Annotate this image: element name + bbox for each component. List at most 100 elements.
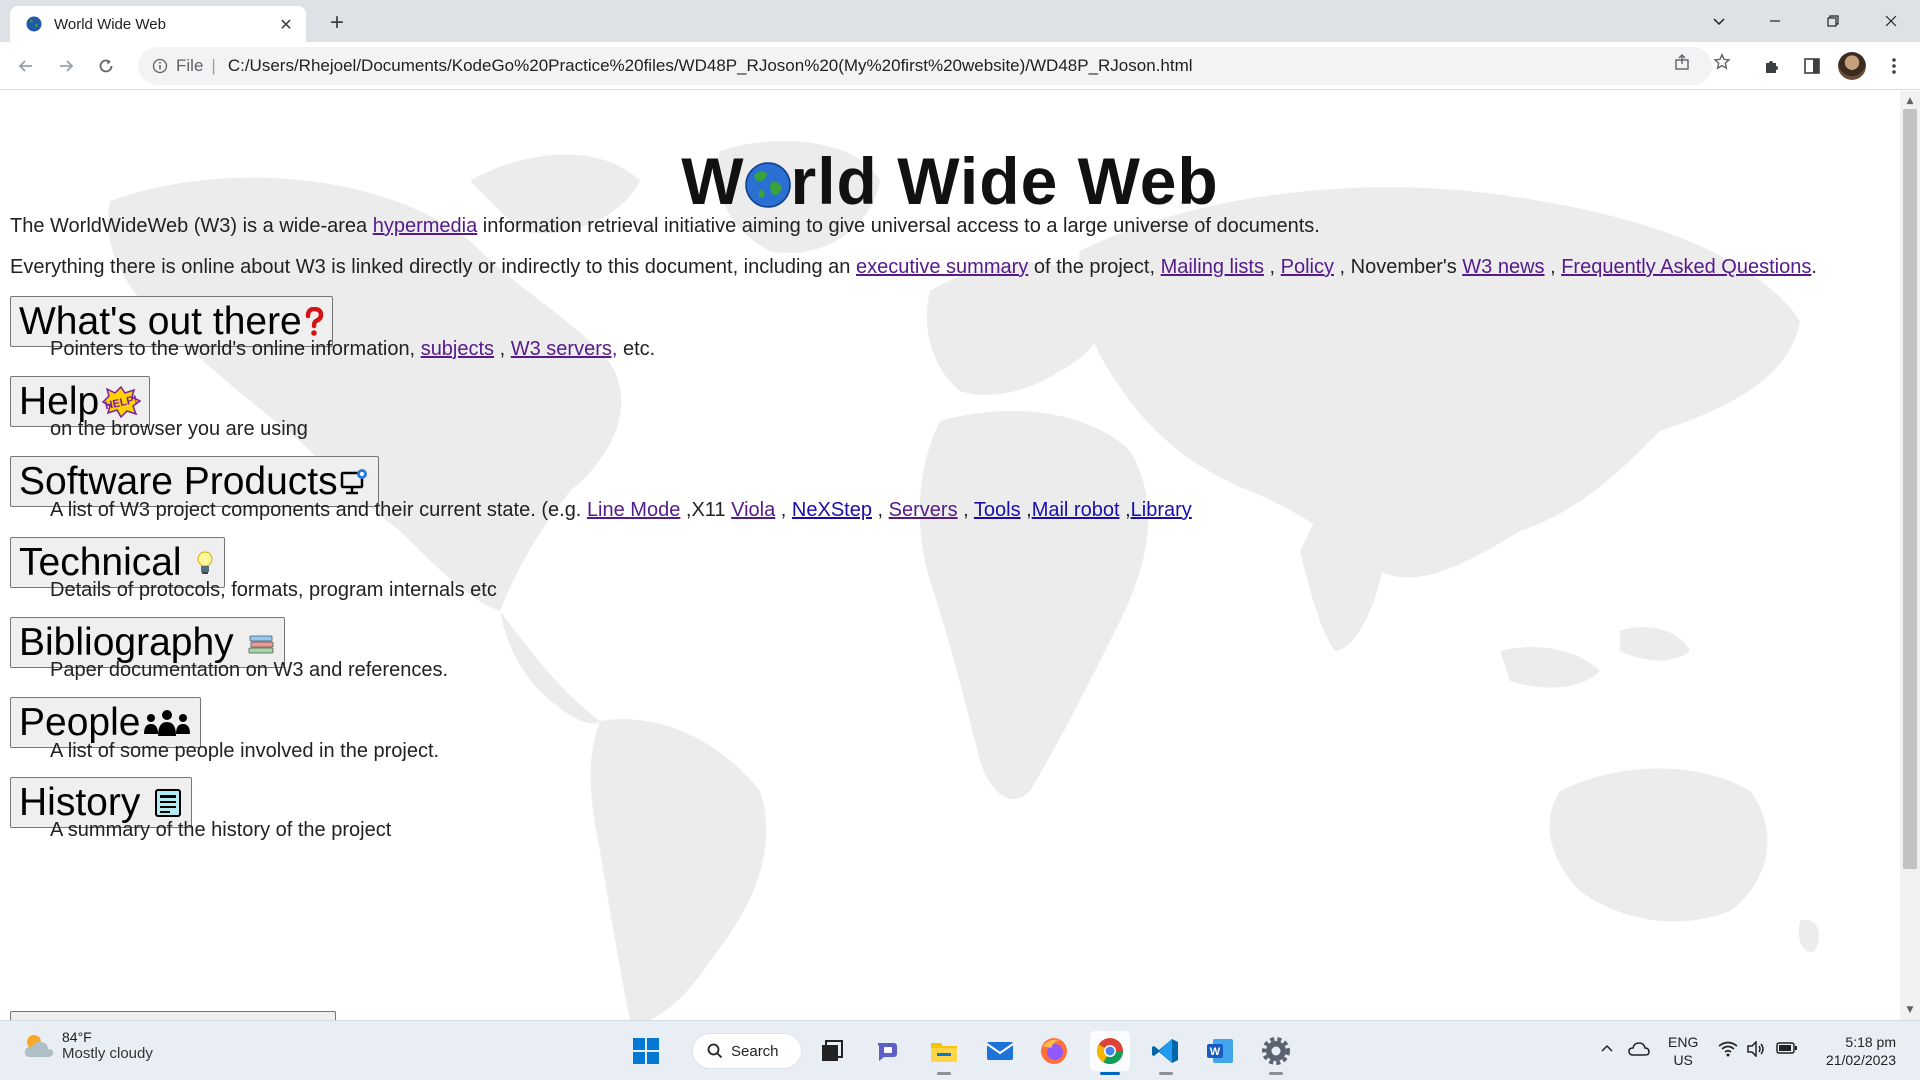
- help-burst-icon: HELP!: [101, 385, 142, 418]
- side-panel-icon[interactable]: [1796, 50, 1828, 82]
- help-label: Help: [19, 379, 100, 423]
- weather-widget[interactable]: 84°F Mostly cloudy: [22, 1029, 153, 1062]
- question-mark-icon: [304, 306, 324, 337]
- software-desc-6: ,: [1020, 499, 1032, 521]
- subjects-link[interactable]: subjects: [421, 338, 494, 360]
- new-tab-button[interactable]: +: [322, 8, 352, 38]
- input-language-indicator[interactable]: ENG US: [1668, 1033, 1698, 1069]
- teams-chat-icon[interactable]: [868, 1031, 908, 1071]
- overview-text-2: of the project,: [1028, 256, 1161, 278]
- volume-speaker-icon[interactable]: [1746, 1041, 1766, 1057]
- vscode-icon[interactable]: [1146, 1031, 1186, 1071]
- close-window-button[interactable]: [1868, 0, 1914, 42]
- extensions-puzzle-icon[interactable]: [1756, 50, 1788, 82]
- onedrive-cloud-icon[interactable]: [1628, 1041, 1650, 1057]
- technical-label: Technical: [19, 540, 193, 584]
- software-products-description: A list of W3 project components and thei…: [50, 499, 1192, 522]
- policy-link[interactable]: Policy: [1281, 256, 1334, 278]
- overview-text-6: .: [1811, 256, 1817, 278]
- w3-news-link[interactable]: W3 news: [1462, 256, 1544, 278]
- back-arrow-icon[interactable]: [10, 50, 42, 82]
- bookmark-star-icon[interactable]: [1712, 52, 1732, 72]
- mail-icon[interactable]: [980, 1031, 1020, 1071]
- system-clock[interactable]: 5:18 pm 21/02/2023: [1808, 1033, 1896, 1069]
- books-icon: [246, 628, 276, 658]
- minimize-button[interactable]: [1752, 0, 1798, 42]
- browser-tab[interactable]: World Wide Web ✕: [10, 6, 306, 42]
- software-desc-5: ,: [957, 499, 974, 521]
- whats-out-desc-3: etc.: [617, 338, 656, 360]
- software-desc-2: ,X11: [680, 499, 732, 521]
- mailing-lists-link[interactable]: Mailing lists: [1161, 256, 1264, 278]
- overview-text-3: ,: [1263, 256, 1281, 278]
- software-desc-3: ,: [775, 499, 792, 521]
- next-section-button[interactable]: [10, 1011, 336, 1020]
- battery-icon[interactable]: [1776, 1041, 1798, 1055]
- whats-out-desc-1: Pointers to the world's online informati…: [50, 338, 421, 360]
- chrome-active-indicator: [1100, 1072, 1120, 1075]
- task-view-icon[interactable]: [812, 1031, 852, 1071]
- reload-icon[interactable]: [90, 50, 122, 82]
- people-description: A list of some people involved in the pr…: [50, 740, 440, 762]
- help-description: on the browser you are using: [50, 418, 308, 440]
- whats-out-there-description: Pointers to the world's online informati…: [50, 338, 655, 361]
- w3-servers-link[interactable]: W3 servers,: [511, 338, 618, 360]
- whats-out-desc-2: ,: [494, 338, 511, 360]
- file-explorer-icon[interactable]: [924, 1031, 964, 1071]
- url-separator: |: [211, 56, 216, 75]
- intro-paragraph: The WorldWideWeb (W3) is a wide-area hyp…: [10, 215, 1320, 238]
- firefox-icon[interactable]: [1034, 1031, 1074, 1071]
- menu-kebab-icon[interactable]: [1878, 50, 1910, 82]
- tab-close-icon[interactable]: ✕: [276, 14, 296, 34]
- address-bar[interactable]: File | C:/Users/Rhejoel/Documents/KodeGo…: [138, 47, 1712, 85]
- tools-link[interactable]: Tools: [974, 499, 1021, 521]
- wifi-icon[interactable]: [1718, 1041, 1738, 1057]
- search-label: Search: [731, 1042, 779, 1060]
- globe-icon: [744, 162, 791, 208]
- lang-top: ENG: [1668, 1034, 1699, 1050]
- tab-search-chevron-icon[interactable]: [1696, 0, 1742, 42]
- profile-avatar[interactable]: [1838, 52, 1866, 80]
- software-products-label: Software Products: [19, 459, 338, 503]
- title-part-1: W: [681, 144, 745, 218]
- url-text[interactable]: C:/Users/Rhejoel/Documents/KodeGo%20Prac…: [228, 56, 1193, 76]
- nexstep-link[interactable]: NeXStep: [792, 499, 872, 521]
- scrollbar-thumb[interactable]: [1903, 109, 1917, 869]
- weather-temperature: 84°F: [62, 1029, 92, 1045]
- overview-paragraph: Everything there is online about W3 is l…: [10, 256, 1817, 279]
- taskbar-search[interactable]: Search: [692, 1033, 802, 1069]
- page-content: Wrld Wide Web The WorldWideWeb (W3) is a…: [0, 91, 1900, 1020]
- intro-text-2: information retrieval initiative aiming …: [477, 215, 1320, 237]
- chrome-icon[interactable]: [1090, 1031, 1130, 1071]
- scroll-up-arrow-icon[interactable]: ▲: [1900, 92, 1920, 110]
- technical-description: Details of protocols, formats, program i…: [50, 579, 497, 601]
- viola-link[interactable]: Viola: [731, 499, 775, 521]
- people-label: People: [19, 700, 141, 744]
- faq-link[interactable]: Frequently Asked Questions: [1561, 256, 1811, 278]
- bibliography-label: Bibliography: [19, 620, 245, 664]
- library-link[interactable]: Library: [1131, 499, 1192, 521]
- software-desc-1: A list of W3 project components and thei…: [50, 499, 587, 521]
- section-next-partial: [10, 1011, 336, 1020]
- cloudy-sun-icon: [24, 1034, 54, 1057]
- search-icon: [707, 1043, 723, 1059]
- history-description: A summary of the history of the project: [50, 819, 392, 841]
- hypermedia-link[interactable]: hypermedia: [373, 215, 478, 237]
- forward-arrow-icon[interactable]: [50, 50, 82, 82]
- word-icon[interactable]: W: [1200, 1031, 1240, 1071]
- settings-gear-icon[interactable]: [1256, 1031, 1296, 1071]
- share-icon[interactable]: [1672, 52, 1692, 72]
- page-title: Wrld Wide Web: [0, 143, 1900, 219]
- restore-button[interactable]: [1810, 0, 1856, 42]
- executive-summary-link[interactable]: executive summary: [856, 256, 1028, 278]
- info-icon[interactable]: [152, 58, 168, 74]
- svg-text:W: W: [1210, 1046, 1221, 1058]
- mail-robot-link[interactable]: Mail robot: [1032, 499, 1120, 521]
- weather-condition: Mostly cloudy: [62, 1045, 153, 1062]
- line-mode-link[interactable]: Line Mode: [587, 499, 680, 521]
- windows-taskbar: 84°F Mostly cloudy Search W ENG US 5:18 …: [0, 1020, 1920, 1080]
- scroll-down-arrow-icon[interactable]: ▼: [1900, 1001, 1920, 1019]
- windows-start-icon[interactable]: [626, 1031, 666, 1071]
- servers-link[interactable]: Servers: [889, 499, 958, 521]
- show-hidden-icons-chevron[interactable]: [1600, 1041, 1614, 1055]
